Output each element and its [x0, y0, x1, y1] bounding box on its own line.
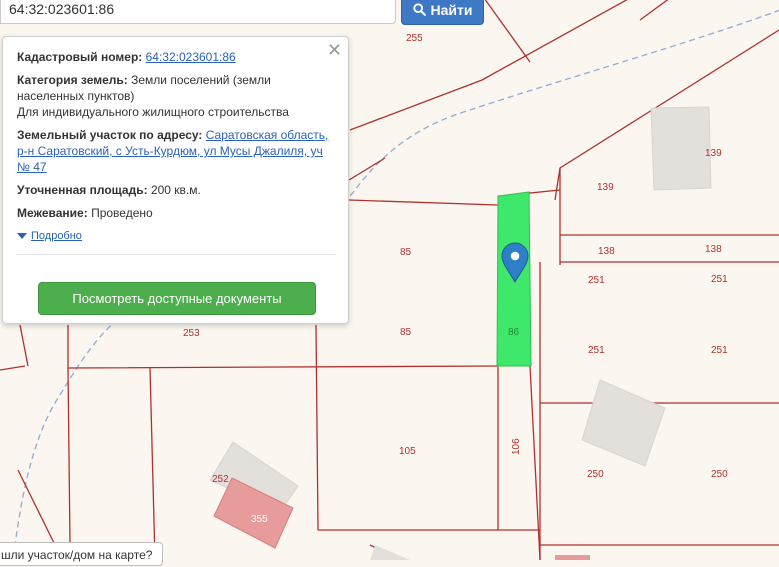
plot-label: 251: [588, 275, 605, 286]
plot-label: 251: [711, 345, 728, 356]
plot-label: 85: [400, 327, 412, 338]
survey-row: Межевание: Проведено: [17, 205, 335, 221]
area-row: Уточненная площадь: 200 кв.м.: [17, 182, 335, 198]
survey-value: Проведено: [91, 206, 153, 220]
cadastral-number-link[interactable]: 64:32:023601:86: [146, 50, 236, 64]
area-value: 200 кв.м.: [150, 183, 201, 197]
feedback-hint[interactable]: шли участок/дом на карте?: [0, 542, 164, 566]
address-label: Земельный участок по адресу:: [17, 128, 203, 142]
land-category-label: Категория земель:: [17, 73, 128, 87]
details-toggle[interactable]: Подробно: [17, 228, 335, 244]
search-button-label: Найти: [430, 1, 473, 18]
survey-label: Межевание:: [17, 206, 88, 220]
land-category-row: Категория земель: Земли поселений (земли…: [17, 72, 335, 120]
cadastral-number-label: Кадастровый номер:: [17, 50, 143, 64]
plot-label: 251: [588, 345, 605, 356]
plot-label: 250: [587, 469, 604, 480]
plot-label: 252: [212, 474, 229, 485]
plot-label: 106: [511, 438, 522, 455]
plot-label: 138: [705, 244, 722, 255]
divider: [17, 254, 335, 255]
plot-label: 85: [400, 247, 412, 258]
highlighted-building: [555, 555, 590, 560]
plot-label: 251: [711, 274, 728, 285]
plot-label: 139: [705, 148, 722, 159]
area-label: Уточненная площадь:: [17, 183, 148, 197]
plot-label: 105: [399, 446, 416, 457]
search-icon: [412, 3, 426, 16]
search-button[interactable]: Найти: [401, 0, 484, 25]
plot-label: 139: [597, 182, 614, 193]
plot-label: 253: [183, 328, 200, 339]
plot-label: 355: [251, 514, 268, 525]
plot-label: 86: [508, 327, 520, 338]
plot-label: 250: [711, 469, 728, 480]
view-documents-button[interactable]: Посмотреть доступные документы: [38, 282, 316, 315]
plot-info-popup: ✕ Кадастровый номер: 64:32:023601:86 Кат…: [2, 36, 349, 324]
plot-label: 255: [406, 33, 423, 44]
caret-down-icon: [17, 233, 27, 239]
cadastral-number-row: Кадастровый номер: 64:32:023601:86: [17, 49, 335, 65]
search-input[interactable]: [0, 0, 396, 24]
plot-label: 138: [598, 246, 615, 257]
building: [650, 106, 712, 191]
address-row: Земельный участок по адресу: Саратовская…: [17, 127, 335, 175]
land-use-value: Для индивидуального жилищного строительс…: [17, 105, 289, 119]
details-link[interactable]: Подробно: [31, 228, 82, 244]
